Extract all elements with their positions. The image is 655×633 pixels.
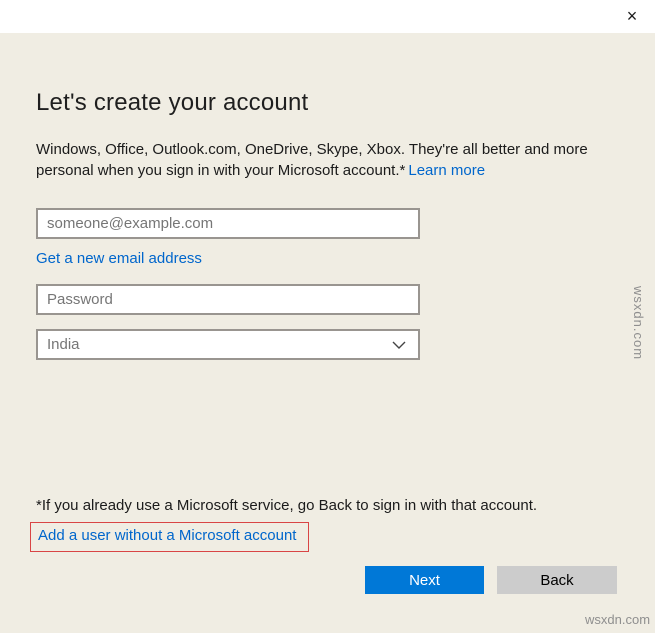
local-account-link[interactable]: Add a user without a Microsoft account: [38, 527, 296, 544]
create-account-dialog: × Let's create your account Windows, Off…: [0, 0, 655, 633]
watermark-bottom: wsxdn.com: [585, 612, 651, 627]
footnote-text: *If you already use a Microsoft service,…: [36, 497, 538, 514]
learn-more-link[interactable]: Learn more: [408, 162, 485, 179]
annotation-box: Add a user without a Microsoft account: [30, 522, 310, 552]
country-select[interactable]: India: [36, 329, 420, 360]
watermark-side: wsxdn.com: [631, 286, 646, 361]
close-button[interactable]: ×: [617, 3, 647, 29]
description-body: Windows, Office, Outlook.com, OneDrive, …: [36, 141, 588, 179]
country-value: India: [47, 336, 80, 353]
new-email-link[interactable]: Get a new email address: [36, 250, 202, 267]
back-button[interactable]: Back: [497, 566, 617, 594]
page-title: Let's create your account: [36, 89, 309, 116]
email-input[interactable]: [36, 208, 420, 239]
next-button[interactable]: Next: [365, 566, 484, 594]
description-text: Windows, Office, Outlook.com, OneDrive, …: [36, 139, 602, 181]
chevron-down-icon: [392, 341, 406, 349]
password-input[interactable]: [36, 284, 420, 315]
close-icon: ×: [626, 6, 638, 26]
titlebar: ×: [0, 0, 655, 33]
